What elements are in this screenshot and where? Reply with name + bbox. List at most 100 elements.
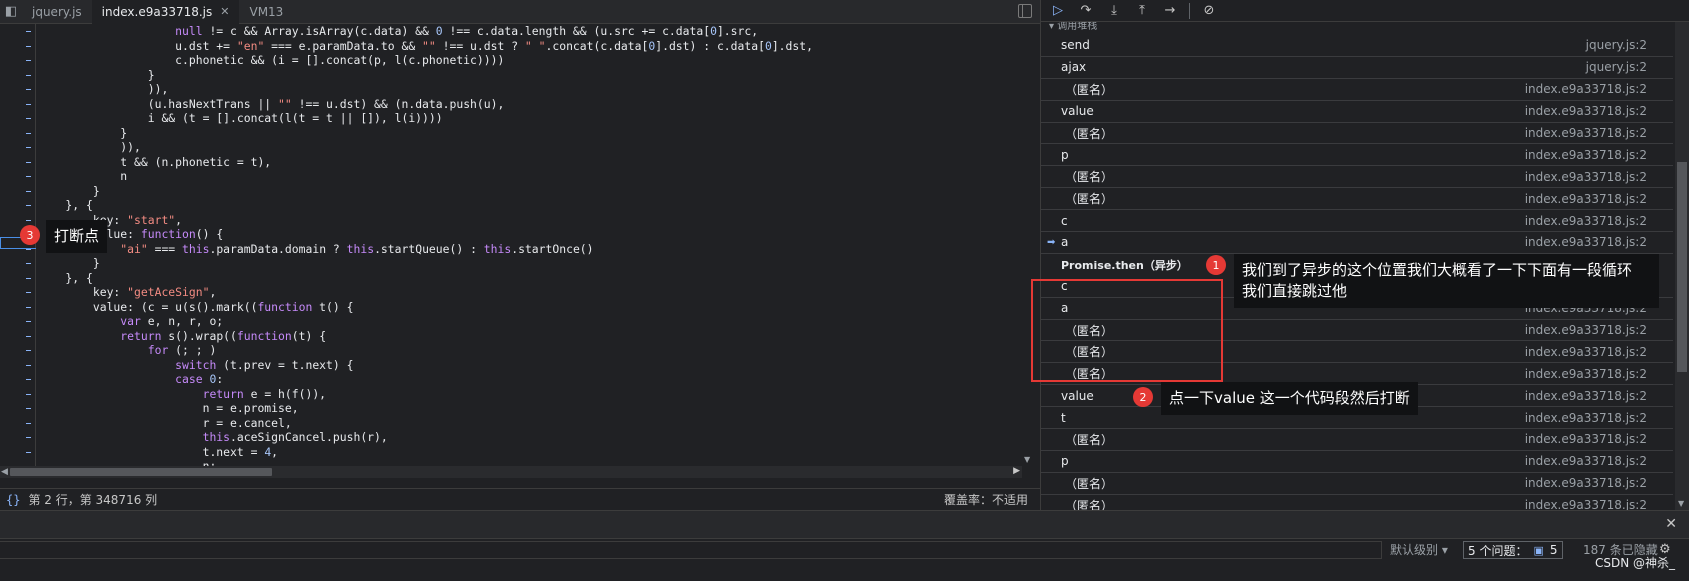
line-number-marker[interactable] — [26, 292, 31, 293]
sidebar-vertical-scrollbar[interactable]: ▼ — [1675, 22, 1689, 510]
frame-location-link[interactable]: index.e9a33718.js:2 — [1525, 104, 1647, 118]
call-frame[interactable]: send jquery.js:2 — [1041, 35, 1673, 57]
frame-location-link[interactable]: index.e9a33718.js:2 — [1525, 323, 1647, 337]
call-stack-header[interactable]: ▾ 调用堆栈 — [1041, 22, 1689, 34]
editor-vertical-scrollbar[interactable]: ▼ — [1022, 24, 1034, 466]
code-line[interactable]: "ai" === this.paramData.domain ? this.st… — [38, 242, 1028, 257]
code-line[interactable]: null != c && Array.isArray(c.data) && 0 … — [38, 24, 1028, 39]
code-line[interactable]: t.next = 4, — [38, 445, 1028, 460]
code-line[interactable]: n; — [38, 459, 1028, 466]
line-number-marker[interactable] — [26, 422, 31, 424]
line-number-marker[interactable] — [26, 161, 31, 163]
frame-location-link[interactable]: index.e9a33718.js:2 — [1525, 192, 1647, 206]
code-line[interactable]: c.phonetic && (i = [].concat(p, l(c.phon… — [38, 53, 1028, 68]
code-line[interactable]: t && (n.phonetic = t), — [38, 155, 1028, 170]
frame-location-link[interactable]: index.e9a33718.js:2 — [1525, 411, 1647, 425]
call-frame[interactable]: （匿名） index.e9a33718.js:2 — [1041, 166, 1673, 189]
line-number-marker[interactable] — [26, 132, 31, 134]
frame-location-link[interactable]: index.e9a33718.js:2 — [1525, 454, 1647, 468]
tab-index-js[interactable]: index.e9a33718.js ✕ — [91, 0, 240, 24]
step-into-icon[interactable]: ⤓ — [1105, 2, 1123, 20]
frame-location-link[interactable]: index.e9a33718.js:2 — [1525, 235, 1647, 249]
call-frame[interactable]: ➡ a index.e9a33718.js:2 — [1041, 232, 1673, 254]
frame-location-link[interactable]: index.e9a33718.js:2 — [1525, 389, 1647, 403]
code-line[interactable]: } — [38, 184, 1028, 199]
line-number-marker[interactable] — [26, 31, 31, 32]
scroll-right-icon[interactable]: ▶ — [1013, 466, 1020, 476]
code-line[interactable]: n = e.promise, — [38, 401, 1028, 416]
code-line[interactable]: }, { — [38, 271, 1028, 286]
step-out-icon[interactable]: ⤒ — [1133, 2, 1151, 20]
code-line[interactable]: (u.hasNextTrans || "" !== u.dst) && (n.d… — [38, 97, 1028, 112]
line-number-marker[interactable] — [26, 321, 31, 322]
issues-button[interactable]: 5 个问题： ▣ 5 — [1463, 541, 1563, 559]
frame-location-link[interactable]: index.e9a33718.js:2 — [1525, 148, 1647, 162]
line-number-marker[interactable] — [26, 277, 31, 279]
line-number-marker[interactable] — [26, 45, 31, 47]
tab-jquery[interactable]: jquery.js — [22, 0, 92, 24]
call-frame[interactable]: value index.e9a33718.js:2 — [1041, 101, 1673, 123]
code-line[interactable]: u.dst += "en" === e.paramData.to && "" !… — [38, 39, 1028, 54]
frame-location-link[interactable]: index.e9a33718.js:2 — [1525, 432, 1647, 446]
frame-location-link[interactable]: index.e9a33718.js:2 — [1525, 476, 1647, 490]
code-line[interactable]: value: (c = u(s().mark((function t() { — [38, 300, 1028, 315]
toggle-debugger-icon[interactable] — [1018, 4, 1032, 18]
code-line[interactable]: key: "getAceSign", — [38, 285, 1028, 300]
scroll-down-icon[interactable]: ▼ — [1678, 499, 1684, 508]
code-editor[interactable]: null != c && Array.isArray(c.data) && 0 … — [38, 24, 1028, 466]
code-line[interactable]: return e = h(f()), — [38, 387, 1028, 402]
code-line[interactable]: switch (t.prev = t.next) { — [38, 358, 1028, 373]
frame-location-link[interactable]: jquery.js:2 — [1586, 60, 1647, 74]
frame-location-link[interactable]: index.e9a33718.js:2 — [1525, 367, 1647, 381]
call-frame[interactable]: （匿名） index.e9a33718.js:2 — [1041, 79, 1673, 101]
resume-icon[interactable]: ▷ — [1049, 2, 1067, 20]
pretty-print-icon[interactable]: {} — [6, 493, 20, 507]
code-line[interactable]: for (; ; ) — [38, 343, 1028, 358]
code-line[interactable]: )), — [38, 82, 1028, 97]
line-number-marker[interactable] — [26, 89, 31, 90]
call-frame[interactable]: （匿名） index.e9a33718.js:2 — [1041, 188, 1673, 211]
line-number-marker[interactable] — [26, 364, 31, 366]
line-number-marker[interactable] — [26, 147, 31, 148]
scrollbar-thumb[interactable] — [1677, 162, 1687, 372]
call-frame[interactable]: c index.e9a33718.js:2 — [1041, 210, 1673, 233]
deactivate-breakpoints-icon[interactable]: ⊘ — [1200, 2, 1218, 20]
code-line[interactable]: } — [38, 126, 1028, 141]
line-number-marker[interactable] — [26, 60, 31, 61]
frame-location-link[interactable]: index.e9a33718.js:2 — [1525, 82, 1647, 96]
step-icon[interactable]: → — [1161, 2, 1179, 20]
frame-location-link[interactable]: index.e9a33718.js:2 — [1525, 126, 1647, 140]
call-frame[interactable]: p index.e9a33718.js:2 — [1041, 451, 1673, 473]
line-number-marker[interactable] — [26, 451, 31, 453]
step-over-icon[interactable]: ↷ — [1077, 2, 1095, 20]
line-number-marker[interactable] — [26, 335, 31, 337]
code-line[interactable]: } — [38, 68, 1028, 83]
call-frame[interactable]: （匿名） index.e9a33718.js:2 — [1041, 123, 1673, 145]
line-number-marker[interactable] — [26, 408, 31, 409]
frame-location-link[interactable]: index.e9a33718.js:2 — [1525, 345, 1647, 359]
code-line[interactable]: r = e.cancel, — [38, 416, 1028, 431]
line-number-marker[interactable] — [26, 306, 31, 308]
line-number-marker[interactable] — [26, 118, 31, 119]
code-line[interactable]: key: "start", — [38, 213, 1028, 228]
line-number-marker[interactable] — [26, 437, 31, 438]
line-number-marker[interactable] — [26, 205, 31, 206]
toggle-navigator-icon[interactable]: ◧ — [0, 0, 22, 24]
close-tab-icon[interactable]: ✕ — [220, 5, 229, 18]
code-line[interactable]: }, { — [38, 198, 1028, 213]
call-frame[interactable]: （匿名） index.e9a33718.js:2 — [1041, 473, 1673, 495]
tab-vm13[interactable]: VM13 — [239, 0, 293, 24]
call-frame[interactable]: p index.e9a33718.js:2 — [1041, 144, 1673, 167]
frame-location-link[interactable]: index.e9a33718.js:2 — [1525, 170, 1647, 184]
line-number-marker[interactable] — [26, 190, 31, 192]
close-drawer-icon[interactable]: ✕ — [1665, 516, 1677, 532]
line-number-marker[interactable] — [26, 103, 31, 105]
code-line[interactable]: case 0: — [38, 372, 1028, 387]
scroll-left-icon[interactable]: ◀ — [1, 467, 8, 477]
editor-horizontal-scrollbar[interactable]: ◀ ▶ — [0, 466, 1022, 478]
code-line[interactable]: this.aceSignCancel.push(r), — [38, 430, 1028, 445]
log-level-select[interactable]: 默认级别 ▾ — [1390, 541, 1448, 558]
frame-location-link[interactable]: jquery.js:2 — [1586, 38, 1647, 52]
line-number-marker[interactable] — [26, 219, 31, 221]
frame-location-link[interactable]: index.e9a33718.js:2 — [1525, 214, 1647, 228]
